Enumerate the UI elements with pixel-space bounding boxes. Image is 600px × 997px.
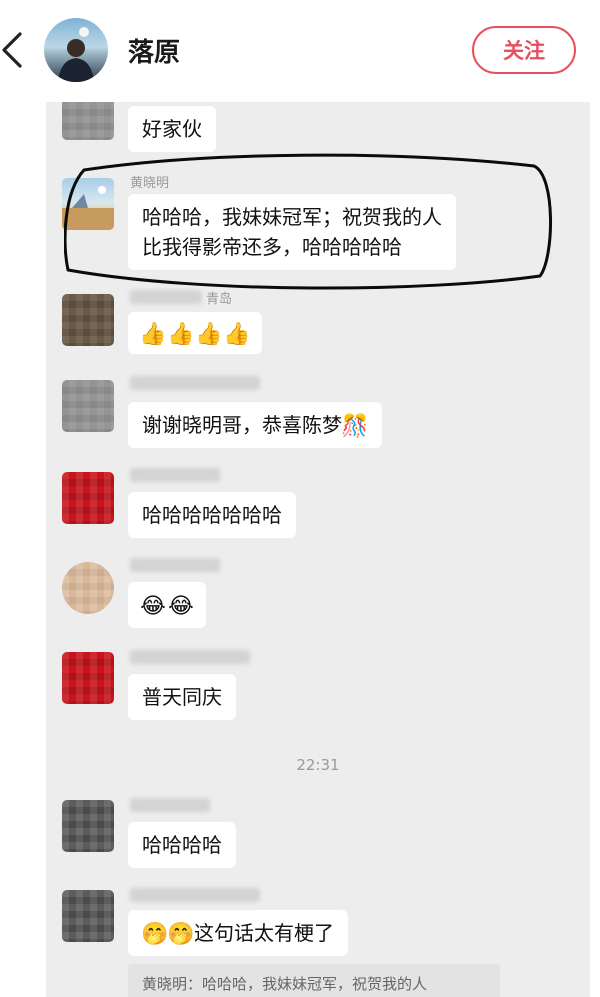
message-text: 这句话太有梗了 [194, 921, 334, 945]
party-popper-icon: 🎊 [341, 413, 369, 439]
avatar[interactable] [62, 102, 114, 140]
top-bar: 落原 关注 [0, 0, 600, 100]
avatar[interactable] [62, 652, 114, 704]
message-bubble[interactable]: 好家伙 [128, 106, 216, 152]
chat-message: 普天同庆 [46, 646, 590, 736]
avatar[interactable] [62, 562, 114, 614]
message-line: 哈哈哈，我妹妹冠军；祝贺我的人 [142, 205, 442, 229]
message-bubble[interactable]: 🤭🤭这句话太有梗了 [128, 910, 348, 956]
contact-name: 落原 [128, 38, 181, 68]
emoji-group: 😂 😂 [140, 594, 194, 620]
hand-over-mouth-icon: 🤭 [141, 921, 169, 947]
laughing-crying-icon: 😂 [168, 593, 194, 619]
message-bubble[interactable]: 谢谢晓明哥，恭喜陈梦🎊 [128, 402, 382, 448]
message-bubble[interactable]: 哈哈哈，我妹妹冠军；祝贺我的人 比我得影帝还多，哈哈哈哈哈 [128, 194, 456, 270]
person-photo-icon [58, 27, 94, 82]
chat-message: 好家伙 [46, 102, 590, 152]
avatar[interactable] [62, 380, 114, 432]
follow-button[interactable]: 关注 [472, 26, 576, 74]
chat-message: 青岛 👍 👍 👍 👍 [46, 288, 590, 368]
chat-message: 😂 😂 [46, 554, 590, 644]
scenery-icon [62, 186, 114, 230]
sender-name-blurred [130, 558, 220, 572]
avatar[interactable] [62, 800, 114, 852]
sender-name-blurred [130, 376, 260, 390]
thumbs-up-icon: 👍 [195, 321, 223, 347]
timestamp: 22:31 [296, 756, 340, 774]
chat-message: 黄晓明 哈哈哈，我妹妹冠军；祝贺我的人 比我得影帝还多，哈哈哈哈哈 [46, 174, 590, 274]
chat-message: 谢谢晓明哥，恭喜陈梦🎊 [46, 372, 590, 462]
back-button[interactable] [0, 28, 30, 72]
message-text: 谢谢晓明哥，恭喜陈梦 [142, 413, 342, 437]
avatar[interactable] [62, 890, 114, 942]
emoji-group: 👍 👍 👍 👍 [139, 321, 251, 348]
sender-name-blurred [130, 888, 260, 902]
sender-name-blurred [130, 290, 202, 304]
message-bubble[interactable]: 哈哈哈哈哈哈哈 [128, 492, 296, 538]
message-bubble[interactable]: 哈哈哈哈 [128, 822, 236, 868]
avatar[interactable] [62, 178, 114, 230]
sender-name: 青岛 [206, 292, 233, 307]
sender-name-blurred [130, 650, 250, 664]
chat-message: 🤭🤭这句话太有梗了 [46, 886, 590, 966]
chat-message: 哈哈哈哈 [46, 794, 590, 884]
avatar[interactable] [62, 472, 114, 524]
message-bubble[interactable]: 😂 😂 [128, 582, 206, 628]
thumbs-up-icon: 👍 [167, 321, 195, 347]
quoted-message[interactable]: 黄晓明：哈哈哈，我妹妹冠军，祝贺我的人 [128, 964, 500, 997]
contact-avatar[interactable] [44, 18, 108, 82]
hand-over-mouth-icon: 🤭 [167, 921, 195, 947]
avatar[interactable] [62, 294, 114, 346]
thumbs-up-icon: 👍 [223, 321, 251, 347]
sender-name-blurred [130, 798, 210, 812]
sender-name: 黄晓明 [130, 176, 170, 191]
message-bubble[interactable]: 普天同庆 [128, 674, 236, 720]
chat-message: 哈哈哈哈哈哈哈 [46, 462, 590, 552]
sender-name-blurred [130, 468, 220, 482]
chat-area[interactable]: 好家伙 黄晓明 哈哈哈，我妹妹冠军；祝贺我的人 比我得影帝还多，哈哈哈哈哈 青岛… [46, 102, 590, 997]
thumbs-up-icon: 👍 [139, 321, 167, 347]
message-bubble[interactable]: 👍 👍 👍 👍 [128, 312, 262, 354]
laughing-crying-icon: 😂 [140, 593, 166, 619]
chevron-left-icon [2, 32, 22, 68]
message-line: 比我得影帝还多，哈哈哈哈哈 [142, 235, 402, 259]
